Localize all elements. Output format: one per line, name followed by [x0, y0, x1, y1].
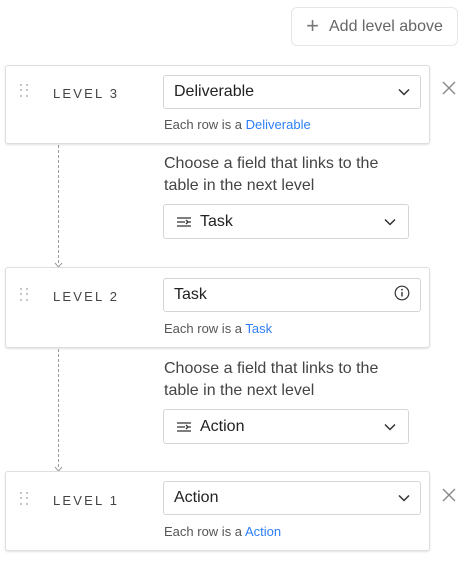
link-field-select[interactable]: Task [163, 204, 409, 239]
link-instruction-line2: table in the next level [164, 177, 315, 194]
table-select-level-2[interactable]: Task [163, 278, 421, 312]
row-table-link[interactable]: Deliverable [246, 117, 311, 132]
level-card-2: LEVEL 2 Task Each row is a Task [5, 267, 430, 348]
info-icon[interactable] [394, 285, 410, 306]
add-level-above-button[interactable]: + Add level above [291, 7, 458, 46]
level-label: LEVEL 3 [53, 86, 120, 101]
row-table-link[interactable]: Action [245, 524, 281, 539]
level-card-1: LEVEL 1 Action Each row is a Action [5, 471, 430, 551]
row-description-prefix: Each row is a [164, 117, 246, 132]
table-select-value: Task [174, 286, 207, 303]
close-icon[interactable] [442, 488, 456, 502]
row-description: Each row is a Deliverable [164, 117, 311, 132]
table-select-level-1[interactable]: Action [163, 481, 421, 515]
row-table-link[interactable]: Task [245, 321, 272, 336]
linked-record-icon [177, 216, 191, 227]
row-description: Each row is a Task [164, 321, 272, 336]
row-description-prefix: Each row is a [164, 524, 245, 539]
link-instruction-line1: Choose a field that links to the [164, 360, 379, 377]
level-connector-line [58, 349, 60, 467]
link-field-value: Task [200, 212, 233, 230]
link-field-value: Action [200, 417, 245, 435]
table-select-value: Deliverable [174, 83, 255, 100]
linked-record-icon [177, 421, 191, 432]
row-description-prefix: Each row is a [164, 321, 246, 336]
link-field-section: Choose a field that links to the table i… [163, 358, 414, 444]
level-label: LEVEL 2 [53, 289, 120, 304]
row-description: Each row is a Action [164, 524, 281, 539]
add-level-label: Add level above [329, 17, 443, 35]
chevron-down-icon [384, 216, 396, 228]
chevron-down-icon [398, 492, 410, 504]
level-connector-line [58, 145, 60, 263]
link-instruction-line1: Choose a field that links to the [164, 155, 379, 172]
drag-handle-icon[interactable] [20, 288, 30, 302]
level-label: LEVEL 1 [53, 493, 120, 508]
chevron-down-icon [384, 421, 396, 433]
link-field-section: Choose a field that links to the table i… [163, 153, 414, 239]
plus-icon: + [306, 12, 319, 38]
chevron-down-icon [398, 86, 410, 98]
table-select-level-3[interactable]: Deliverable [163, 75, 421, 109]
close-icon[interactable] [442, 81, 456, 95]
level-card-3: LEVEL 3 Deliverable Each row is a Delive… [5, 65, 430, 144]
drag-handle-icon[interactable] [20, 84, 30, 98]
drag-handle-icon[interactable] [20, 492, 30, 506]
table-select-value: Action [174, 489, 219, 506]
link-field-select[interactable]: Action [163, 409, 409, 444]
link-instruction-line2: table in the next level [164, 382, 315, 399]
